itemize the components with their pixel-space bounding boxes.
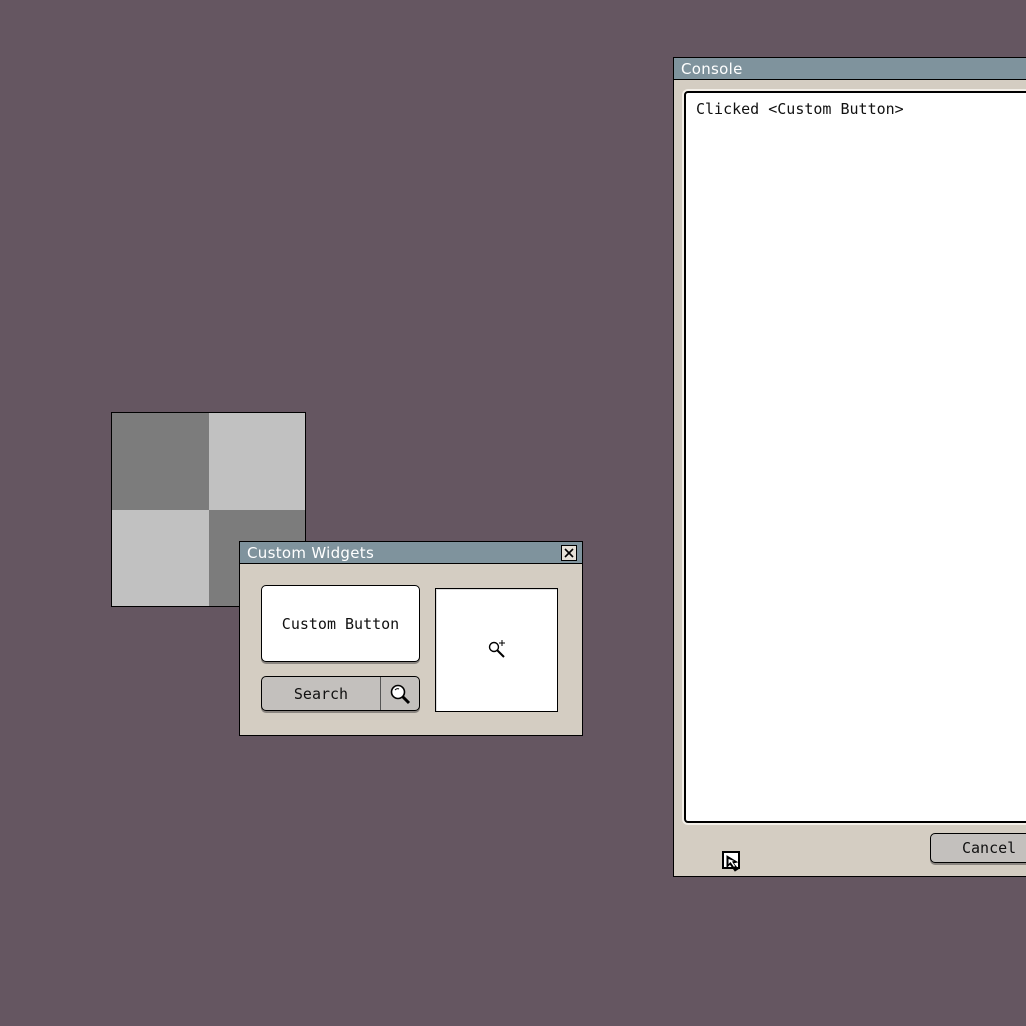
console-titlebar[interactable]: Console [674,58,1026,80]
checker-cell [112,509,209,606]
search-icon[interactable] [380,677,419,710]
custom-button-label: Custom Button [281,614,400,633]
cancel-button-label: Cancel [962,839,1017,857]
checker-cell [208,413,305,510]
search-button[interactable]: Search [261,676,420,711]
close-icon [564,548,574,558]
custom-widgets-window: Custom Widgets Custom Button Search [239,541,583,736]
search-button-label: Search [293,684,349,703]
close-button[interactable] [561,545,577,561]
custom-widgets-titlebar[interactable]: Custom Widgets [240,542,582,564]
console-log-line: Clicked <Custom Button> [696,100,904,118]
color-picker-box[interactable] [435,588,558,712]
checker-cell [112,413,209,510]
custom-button[interactable]: Custom Button [261,585,420,662]
magic-wand-icon [488,640,505,658]
console-output[interactable]: Clicked <Custom Button> [684,91,1026,823]
window-title: Custom Widgets [247,544,375,562]
cancel-button[interactable]: Cancel [930,833,1026,863]
window-title: Console [681,60,743,78]
mouse-cursor-icon [722,851,740,872]
console-window: Console Clicked <Custom Button> Cancel [673,57,1026,877]
